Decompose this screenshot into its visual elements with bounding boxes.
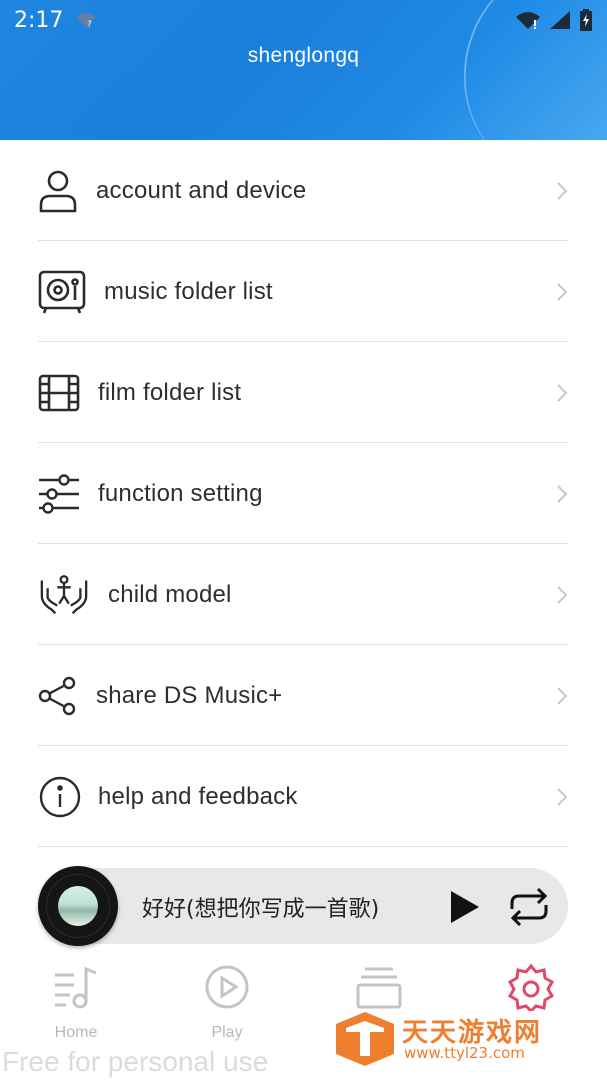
menu-label: function setting	[98, 479, 263, 507]
nav-item-play[interactable]: Play	[172, 963, 282, 1042]
signal-icon	[550, 11, 570, 29]
status-icons	[515, 9, 593, 31]
gear-icon	[507, 963, 555, 1014]
chevron-right-icon	[557, 585, 568, 604]
menu-item-child-model[interactable]: child model	[0, 544, 607, 645]
music-box-icon	[38, 266, 90, 318]
watermark-url: www.ttyl23.com	[404, 1044, 525, 1062]
menu-item-share[interactable]: share DS Music+	[0, 645, 607, 746]
menu-item-film-folder[interactable]: film folder list	[0, 342, 607, 443]
menu-label: film folder list	[98, 378, 242, 406]
chevron-right-icon	[557, 787, 568, 806]
username: shenglongq	[247, 44, 360, 67]
settings-menu: account and device music folder list fil…	[0, 140, 607, 847]
menu-item-music-folder[interactable]: music folder list	[0, 241, 607, 342]
play-circle-icon	[205, 965, 249, 1009]
chevron-right-icon	[557, 383, 568, 402]
stack-icon	[356, 967, 402, 1009]
battery-charging-icon	[580, 9, 592, 31]
nav-item-home[interactable]: Home	[21, 963, 131, 1042]
album-disc[interactable]	[38, 866, 118, 946]
chevron-right-icon	[557, 686, 568, 705]
music-note-icon	[55, 966, 97, 1009]
wifi-icon	[516, 12, 540, 29]
menu-label: music folder list	[104, 277, 273, 305]
sliders-icon	[38, 468, 90, 520]
menu-label: help and feedback	[98, 782, 298, 810]
chevron-right-icon	[557, 282, 568, 301]
wifi-question-icon: ?	[76, 13, 97, 29]
svg-text:?: ?	[87, 20, 92, 29]
watermark-logo-icon	[336, 1012, 394, 1066]
menu-label: account and device	[96, 176, 307, 204]
status-bar: 2:17 ?	[0, 0, 607, 40]
chevron-right-icon	[557, 484, 568, 503]
play-icon[interactable]	[444, 887, 484, 927]
menu-label: share DS Music+	[96, 681, 283, 709]
menu-item-account[interactable]: account and device	[0, 140, 607, 241]
person-icon	[38, 165, 90, 217]
nav-label-play: Play	[211, 1024, 243, 1041]
album-art	[58, 886, 98, 926]
profile-header: 2:17 ? shenglongq	[0, 0, 607, 140]
menu-item-function-setting[interactable]: function setting	[0, 443, 607, 544]
nav-label-home: Home	[54, 1024, 98, 1041]
child-hands-icon	[38, 569, 90, 621]
repeat-icon[interactable]	[506, 885, 552, 929]
chevron-right-icon	[557, 181, 568, 200]
watermark-text: Free for personal use	[2, 1046, 269, 1077]
share-icon	[38, 670, 90, 722]
info-icon	[38, 771, 90, 823]
status-time: 2:17	[14, 7, 64, 33]
song-title[interactable]: 好好(想把你写成一首歌)	[142, 891, 379, 923]
menu-label: child model	[108, 580, 232, 608]
film-icon	[38, 367, 90, 419]
menu-item-help[interactable]: help and feedback	[0, 746, 607, 847]
